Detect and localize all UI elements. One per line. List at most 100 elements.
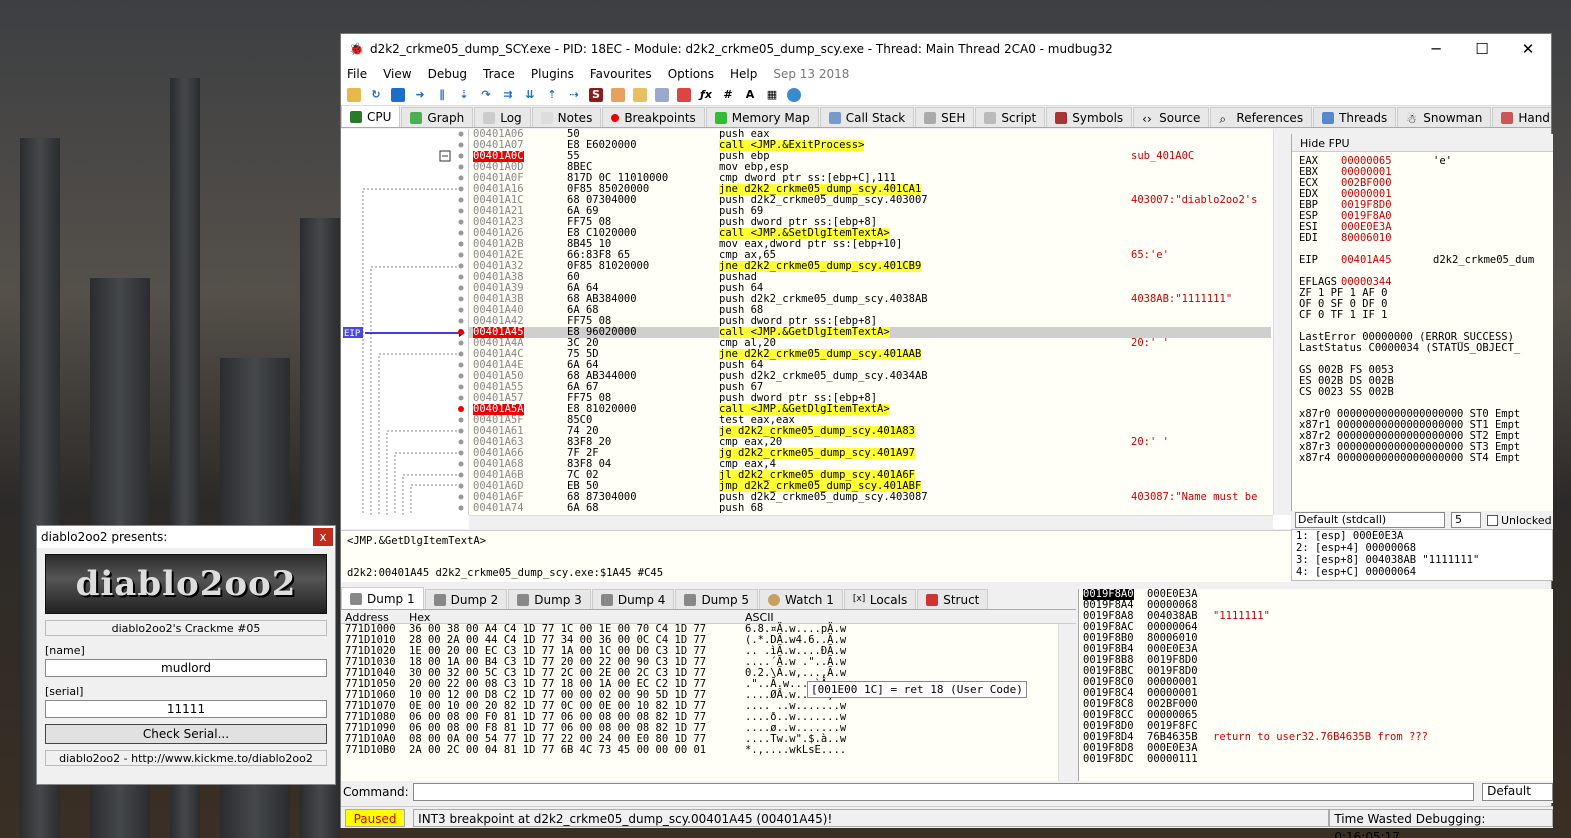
hash-icon[interactable]: # — [721, 88, 735, 102]
tab-snowman[interactable]: ☃ Snowman — [1397, 107, 1492, 127]
menu-view[interactable]: View — [383, 67, 411, 81]
crackme-dialog: diablo2oo2 presents: x diablo2oo2 diablo… — [36, 525, 336, 785]
dump-icon — [433, 593, 446, 606]
disasm-vscroll[interactable] — [1273, 129, 1291, 515]
register-name: EIP — [1299, 254, 1318, 266]
menu-trace[interactable]: Trace — [483, 67, 515, 81]
close-button[interactable]: ✕ — [1505, 40, 1551, 58]
trace-over-icon[interactable]: ⇊ — [523, 88, 537, 102]
registers-panel[interactable]: Hide FPU EAX 00000065'e' EBX 00000001 ECX 002… — [1291, 134, 1553, 514]
trace-into-icon[interactable]: ⇉ — [501, 88, 515, 102]
open-icon[interactable] — [347, 87, 361, 102]
tab-watch-1[interactable]: Watch 1 — [759, 589, 843, 609]
tab-notes[interactable]: Notes — [531, 107, 602, 127]
register-row[interactable]: CS 0023 SS 002B — [1292, 387, 1553, 398]
bookmarks-icon[interactable] — [677, 87, 691, 102]
dump-row[interactable]: 771D10B0 2A 00 2C 00 04 81 1D 77 6B 4C 73… — [341, 745, 1076, 756]
tab-symbols[interactable]: Symbols — [1046, 107, 1133, 127]
tab-dump-4[interactable]: Dump 4 — [591, 589, 675, 609]
disasm-hscroll[interactable] — [469, 515, 1273, 529]
command-mode-select[interactable]: Default — [1482, 783, 1553, 801]
register-row[interactable]: ESI 000E0E3A — [1292, 222, 1553, 233]
minimize-button[interactable]: ─ — [1413, 40, 1459, 58]
calculator-icon[interactable]: ▦ — [765, 88, 779, 102]
pause-icon[interactable]: ∥ — [435, 88, 449, 102]
tab-dump-5[interactable]: Dump 5 — [675, 589, 759, 609]
menu-help[interactable]: Help — [730, 67, 757, 81]
arg-count-spinner[interactable]: 5 — [1451, 512, 1481, 528]
patch-icon[interactable] — [611, 87, 625, 102]
register-row[interactable]: EDI 80006010 — [1292, 233, 1553, 244]
font-icon[interactable]: A — [743, 88, 757, 102]
run-icon[interactable]: ➜ — [413, 88, 427, 102]
hide-fpu-button[interactable]: Hide FPU — [1292, 134, 1553, 152]
stack-view[interactable]: 0019F8A0 000E0E3A 0019F8A4 00000068 0019F8A8… — [1078, 589, 1553, 789]
tab-struct[interactable]: Struct — [917, 589, 989, 609]
tab-memory-map[interactable]: Memory Map — [705, 107, 819, 127]
menu-debug[interactable]: Debug — [428, 67, 467, 81]
dump-vscroll[interactable] — [1058, 624, 1076, 784]
tab-threads[interactable]: Threads — [1313, 107, 1397, 127]
tab-dump-3[interactable]: Dump 3 — [508, 589, 591, 609]
tab-breakpoints[interactable]: Breakpoints — [602, 107, 705, 127]
name-field[interactable]: mudlord — [45, 659, 327, 677]
tab-graph[interactable]: Graph — [401, 107, 474, 127]
tab-call-stack[interactable]: Call Stack — [819, 107, 915, 127]
tab-source[interactable]: ‹› Source — [1133, 107, 1210, 127]
scylla-icon[interactable]: S — [589, 87, 603, 102]
register-row[interactable]: CF 0 TF 1 IF 1 — [1292, 310, 1553, 321]
tab-references[interactable]: ⌕ References — [1210, 107, 1313, 127]
stack-row[interactable]: 0019F8DC 00000111 — [1079, 754, 1553, 765]
register-row[interactable]: EDX 00000001 — [1292, 189, 1553, 200]
serial-field[interactable]: 11111 — [45, 700, 327, 718]
check-serial-button[interactable]: Check Serial... — [45, 724, 327, 744]
unlocked-checkbox[interactable] — [1487, 514, 1498, 526]
menu-file[interactable]: File — [347, 67, 367, 81]
labels-icon[interactable] — [655, 87, 669, 102]
command-input[interactable] — [412, 783, 1475, 801]
disasm-row[interactable]: 00401A74 6A 68 push 68 — [469, 503, 1271, 514]
register-row[interactable]: ECX 002BF000 — [1292, 178, 1553, 189]
tab-label: Snowman — [1423, 110, 1483, 125]
comments-icon[interactable] — [633, 87, 647, 102]
step-over-icon[interactable]: ↷ — [479, 88, 493, 102]
tab-script[interactable]: Script — [975, 107, 1046, 127]
restart-icon[interactable]: ↻ — [369, 88, 383, 102]
disasm-row[interactable]: 00401A32 0F85 81020000 jne d2k2_crkme05_du… — [469, 261, 1271, 272]
register-row[interactable]: EIP 00401A45 d2k2_crkme05_dum — [1292, 255, 1553, 266]
execute-till-return-icon[interactable]: ⇡ — [545, 88, 559, 102]
register-name: LastStatus C0000034 (STATUS_OBJECT_ — [1299, 342, 1521, 354]
menu-options[interactable]: Options — [668, 67, 714, 81]
step-into-icon[interactable]: ⇣ — [457, 88, 471, 102]
crackme-close-button[interactable]: x — [313, 528, 333, 546]
tab-handles[interactable]: Handles — [1492, 107, 1551, 127]
register-row[interactable]: EBP 0019F8D0 — [1292, 200, 1553, 211]
register-row[interactable]: x87r4 00000000000000000000 ST4 Empt — [1292, 453, 1553, 464]
register-row[interactable]: EAX 00000065'e' — [1292, 156, 1553, 167]
arguments-list[interactable]: 1: [esp] 000E0E3A 2: [esp+4] 00000068 3:… — [1291, 529, 1553, 581]
tab-dump-2[interactable]: Dump 2 — [424, 589, 508, 609]
dump-ascii: *.,....wkLsE.... — [745, 744, 847, 756]
disassembly-listing[interactable]: 00401A06 50 push eax 00401A07 E8 E6020000 cal… — [469, 129, 1271, 515]
maximize-button[interactable]: ☐ — [1459, 40, 1505, 58]
globe-icon[interactable] — [787, 87, 801, 102]
tab-cpu[interactable]: CPU — [341, 106, 401, 127]
tab-log[interactable]: Log — [474, 107, 531, 127]
functions-icon[interactable]: ƒx — [699, 88, 713, 102]
run-to-user-code-icon[interactable]: ⇢ — [567, 88, 581, 102]
tab-locals[interactable]: [x] Locals — [843, 589, 917, 609]
register-row[interactable]: ESP 0019F8A0 — [1292, 211, 1553, 222]
register-row[interactable]: LastStatus C0000034 (STATUS_OBJECT_ — [1292, 343, 1553, 354]
command-bar: Command: Default — [341, 781, 1553, 803]
register-row[interactable]: EBX 00000001 — [1292, 167, 1553, 178]
dump-icon — [517, 593, 530, 606]
menu-favourites[interactable]: Favourites — [590, 67, 652, 81]
stop-icon[interactable] — [391, 87, 405, 102]
disasm-comment: 403007:"diablo2oo2's — [1131, 194, 1258, 206]
tab-seh[interactable]: SEH — [915, 107, 975, 127]
stack-address: 0019F8DC — [1083, 753, 1134, 765]
dump-view[interactable]: Address Hex ASCII 771D1000 36 00 38 00 A4… — [341, 611, 1076, 789]
menu-plugins[interactable]: Plugins — [531, 67, 574, 81]
calling-convention-select[interactable]: Default (stdcall) — [1295, 512, 1445, 528]
tab-dump-1[interactable]: Dump 1 — [341, 587, 424, 609]
